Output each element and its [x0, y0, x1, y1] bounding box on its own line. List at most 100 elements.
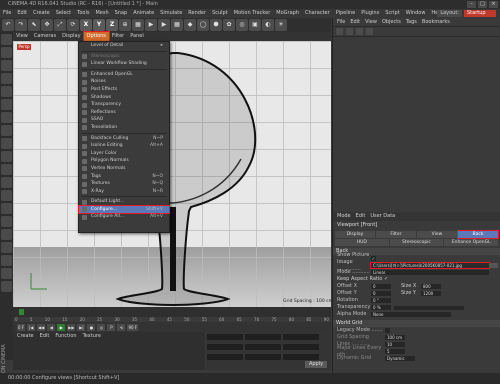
- coord-y-field[interactable]: [207, 344, 243, 350]
- left-tool-icon[interactable]: [1, 112, 12, 123]
- left-tool-icon[interactable]: [1, 164, 12, 175]
- coord-x-field[interactable]: [207, 334, 243, 340]
- options-item-layer-color[interactable]: Layer Color: [79, 150, 169, 158]
- left-tool-icon[interactable]: [1, 34, 12, 45]
- menu-tools[interactable]: Tools: [74, 9, 92, 18]
- left-tool-icon[interactable]: [1, 125, 12, 136]
- options-item-polygon-normals[interactable]: Polygon Normals: [79, 157, 169, 165]
- left-tool-icon[interactable]: [1, 99, 12, 110]
- major-lines-field[interactable]: 5: [385, 349, 405, 354]
- apply-button[interactable]: Apply: [305, 361, 327, 368]
- menu-motion-tracker[interactable]: Motion Tracker: [231, 9, 274, 18]
- options-item-isoline-editing[interactable]: Isoline Editing Alt+A: [79, 142, 169, 150]
- object-menu-objects[interactable]: Objects: [382, 18, 401, 27]
- material-menu-create[interactable]: Create: [17, 332, 34, 340]
- toolbar-tool-icon[interactable]: ▣: [249, 19, 261, 31]
- toolbar-tool-icon[interactable]: ◆: [184, 19, 196, 31]
- tab-back[interactable]: Back: [457, 230, 499, 239]
- transparency-slider[interactable]: [394, 305, 464, 310]
- viewport-menu-view[interactable]: View: [13, 32, 31, 41]
- material-menu-edit[interactable]: Edit: [40, 332, 50, 340]
- coord-z-field[interactable]: [207, 354, 243, 360]
- left-tool-icon[interactable]: [1, 151, 12, 162]
- toolbar-tool-icon[interactable]: ◐: [262, 19, 274, 31]
- options-item-x-ray[interactable]: X-Ray N~R: [79, 188, 169, 196]
- options-item-tessellation[interactable]: Tessellation: [79, 124, 169, 132]
- image-path-field[interactable]: C:\Users\[마ㅇ]\Pictures\k2005K0857-021.jp…: [370, 262, 490, 269]
- grid-spacing-field[interactable]: 100 cm: [385, 335, 405, 340]
- rot-b-field[interactable]: [283, 354, 319, 360]
- options-item-post-effects[interactable]: Post Effects: [79, 86, 169, 94]
- left-tool-icon[interactable]: [1, 255, 12, 266]
- toolbar-tool-icon[interactable]: ☀: [275, 19, 287, 31]
- viewport-menu-options[interactable]: Options: [82, 31, 110, 42]
- left-tool-icon[interactable]: [1, 216, 12, 227]
- rot-h-field[interactable]: [283, 334, 319, 340]
- toolbar-tool-icon[interactable]: ↶: [2, 19, 14, 31]
- tab-display[interactable]: Display: [335, 231, 375, 238]
- minimize-icon[interactable]: –: [467, 1, 476, 8]
- toolbar-tool-icon[interactable]: ✿: [223, 19, 235, 31]
- alpha-mode-select[interactable]: None: [371, 312, 451, 317]
- menu-sculpt[interactable]: Sculpt: [209, 9, 231, 18]
- size-x-field[interactable]: 800: [421, 284, 441, 289]
- tab-stereoscopic[interactable]: Stereoscopic: [389, 239, 444, 246]
- offset-y-field[interactable]: 0: [371, 291, 391, 296]
- toolbar-tool-icon[interactable]: ⤢: [54, 19, 66, 31]
- left-tool-icon[interactable]: [1, 268, 12, 279]
- playback-button[interactable]: ▶|: [77, 323, 86, 331]
- menu-snap[interactable]: Snap: [112, 9, 131, 18]
- size-y-field[interactable]: 1200: [421, 291, 441, 296]
- end-frame-field[interactable]: 90 F: [127, 323, 139, 331]
- playback-button[interactable]: ●: [87, 323, 96, 331]
- options-item-level-of-detail[interactable]: Level of Detail ▸: [79, 42, 169, 50]
- menu-character[interactable]: Character: [302, 9, 333, 18]
- toolbar-tool-icon[interactable]: ✥: [41, 19, 53, 31]
- left-tool-icon[interactable]: [1, 203, 12, 214]
- axis-x-button[interactable]: X: [80, 19, 92, 31]
- browse-button[interactable]: [490, 263, 498, 268]
- left-tool-icon[interactable]: [1, 229, 12, 240]
- toolbar-tool-icon[interactable]: ⊕: [119, 19, 131, 31]
- options-item-textures[interactable]: Textures N~Q: [79, 180, 169, 188]
- options-item-vertex-normals[interactable]: Vertex Normals: [79, 165, 169, 173]
- left-tool-icon[interactable]: [1, 73, 12, 84]
- options-item-configure-all[interactable]: Configure All... Alt+V: [79, 213, 169, 221]
- viewport-menu-cameras[interactable]: Cameras: [31, 32, 59, 41]
- menu-mesh[interactable]: Mesh: [92, 9, 111, 18]
- viewport-menu-filter[interactable]: Filter: [109, 32, 127, 41]
- object-menu-view[interactable]: View: [365, 18, 377, 27]
- lines-field[interactable]: 10: [385, 342, 405, 347]
- menu-render[interactable]: Render: [185, 9, 209, 18]
- timeline[interactable]: [13, 307, 331, 317]
- playback-button[interactable]: |◀: [27, 323, 36, 331]
- left-tool-icon[interactable]: [1, 242, 12, 253]
- menu-edit[interactable]: Edit: [14, 9, 30, 18]
- options-item-noises[interactable]: Noises: [79, 78, 169, 86]
- options-item-linear-workflow-shading[interactable]: Linear Workflow Shading: [79, 60, 169, 68]
- mode-select[interactable]: Linear: [371, 270, 489, 275]
- attribute-menu-mode[interactable]: Mode: [337, 212, 351, 221]
- left-tool-icon[interactable]: [1, 47, 12, 58]
- options-item-reflections[interactable]: Reflections: [79, 109, 169, 117]
- object-tool-icon[interactable]: [346, 28, 353, 35]
- object-menu-bookmarks[interactable]: Bookmarks: [422, 18, 450, 27]
- left-tool-icon[interactable]: [1, 138, 12, 149]
- left-tool-icon[interactable]: [1, 60, 12, 71]
- menu-file[interactable]: File: [0, 9, 14, 18]
- toolbar-tool-icon[interactable]: ▶: [158, 19, 170, 31]
- legacy-mode-checkbox[interactable]: [385, 328, 390, 333]
- viewport-menu-panel[interactable]: Panel: [127, 32, 147, 41]
- size-x-field[interactable]: [245, 334, 281, 340]
- tab-enhance-opengl[interactable]: Enhance OpenGL: [444, 239, 499, 246]
- material-menu-texture[interactable]: Texture: [83, 332, 101, 340]
- material-menu-function[interactable]: Function: [55, 332, 76, 340]
- toolbar-tool-icon[interactable]: ◎: [236, 19, 248, 31]
- rot-p-field[interactable]: [283, 344, 319, 350]
- left-tool-icon[interactable]: [1, 281, 12, 292]
- timeline-playhead[interactable]: [19, 309, 24, 315]
- attribute-menu-edit[interactable]: Edit: [356, 212, 366, 221]
- transparency-field[interactable]: 0 %: [371, 305, 391, 310]
- left-tool-icon[interactable]: [1, 190, 12, 201]
- toolbar-tool-icon[interactable]: ⬢: [210, 19, 222, 31]
